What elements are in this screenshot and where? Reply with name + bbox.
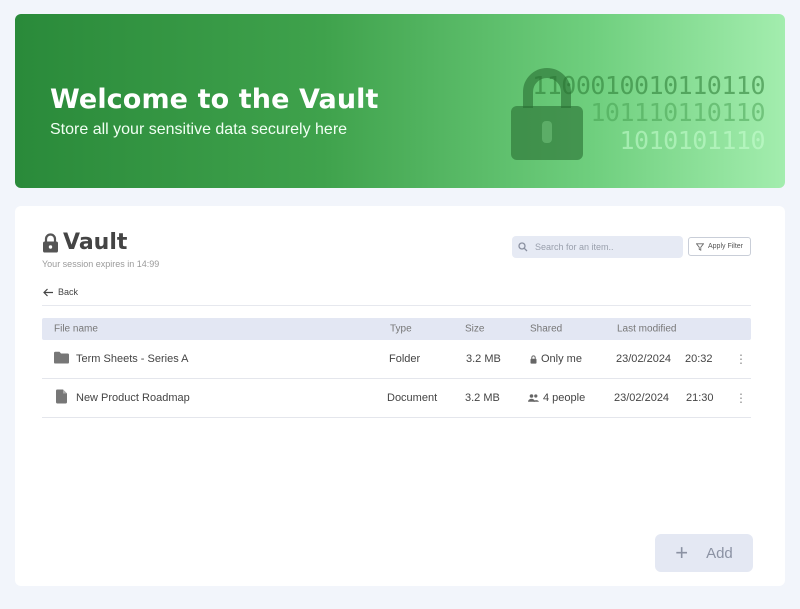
back-link[interactable]: Back xyxy=(43,287,78,297)
file-type: Document xyxy=(387,392,438,404)
binary-pattern-row: 1010101110 xyxy=(619,126,765,155)
file-type: Folder xyxy=(389,353,421,365)
search-bar[interactable] xyxy=(512,236,683,258)
file-size: 3.2 MB xyxy=(465,392,500,404)
plus-icon: + xyxy=(675,540,689,565)
document-icon xyxy=(56,389,67,404)
welcome-banner: 1100010010110110 101110110110 1010101110… xyxy=(15,14,785,188)
shared-status: 4 people xyxy=(528,392,585,404)
column-header-type[interactable]: Type xyxy=(390,324,412,335)
modified-time: 21:30 xyxy=(686,392,714,404)
modified-date: 23/02/2024 xyxy=(614,392,670,404)
modified-time: 20:32 xyxy=(685,353,713,365)
table-header: File name Type Size Shared Last modified xyxy=(42,318,751,340)
banner-subtitle: Store all your sensitive data securely h… xyxy=(50,121,348,138)
padlock-icon xyxy=(511,68,583,160)
lock-icon xyxy=(530,354,537,364)
back-label: Back xyxy=(58,287,79,297)
file-name[interactable]: Term Sheets - Series A xyxy=(76,353,189,365)
shared-label: 4 people xyxy=(543,392,586,404)
session-timer: Your session expires in 14:99 xyxy=(42,259,160,269)
divider xyxy=(42,305,751,306)
shared-label: Only me xyxy=(541,353,582,365)
apply-filter-label: Apply Filter xyxy=(707,243,743,250)
filter-icon xyxy=(695,242,704,251)
column-header-size[interactable]: Size xyxy=(465,324,484,335)
page-title: Vault xyxy=(42,230,127,255)
folder-icon xyxy=(54,351,69,364)
modified-date: 23/02/2024 xyxy=(616,353,672,365)
people-icon xyxy=(528,394,539,402)
shared-status: Only me xyxy=(530,353,582,365)
add-button[interactable]: + Add xyxy=(655,534,753,572)
add-label: Add xyxy=(706,544,733,562)
binary-pattern-row: 101110110110 xyxy=(590,98,765,127)
file-size: 3.2 MB xyxy=(466,353,501,365)
search-input[interactable] xyxy=(535,242,675,252)
more-options-icon[interactable]: ⋮ xyxy=(735,391,747,405)
column-header-file-name[interactable]: File name xyxy=(54,324,98,335)
search-icon xyxy=(518,242,528,252)
table-row[interactable]: Term Sheets - Series A Folder 3.2 MB Onl… xyxy=(42,340,751,379)
more-options-icon[interactable]: ⋮ xyxy=(735,352,747,366)
file-name[interactable]: New Product Roadmap xyxy=(76,392,190,404)
vault-title-text: Vault xyxy=(63,230,128,255)
table-row[interactable]: New Product Roadmap Document 3.2 MB 4 pe… xyxy=(42,379,751,418)
column-header-last-modified[interactable]: Last modified xyxy=(617,324,676,335)
vault-panel: Vault Your session expires in 14:99 Appl… xyxy=(15,206,785,586)
column-header-shared[interactable]: Shared xyxy=(530,324,562,335)
arrow-left-icon xyxy=(43,288,53,296)
apply-filter-button[interactable]: Apply Filter xyxy=(688,237,751,256)
lock-icon xyxy=(43,232,58,252)
banner-title: Welcome to the Vault xyxy=(50,84,379,115)
